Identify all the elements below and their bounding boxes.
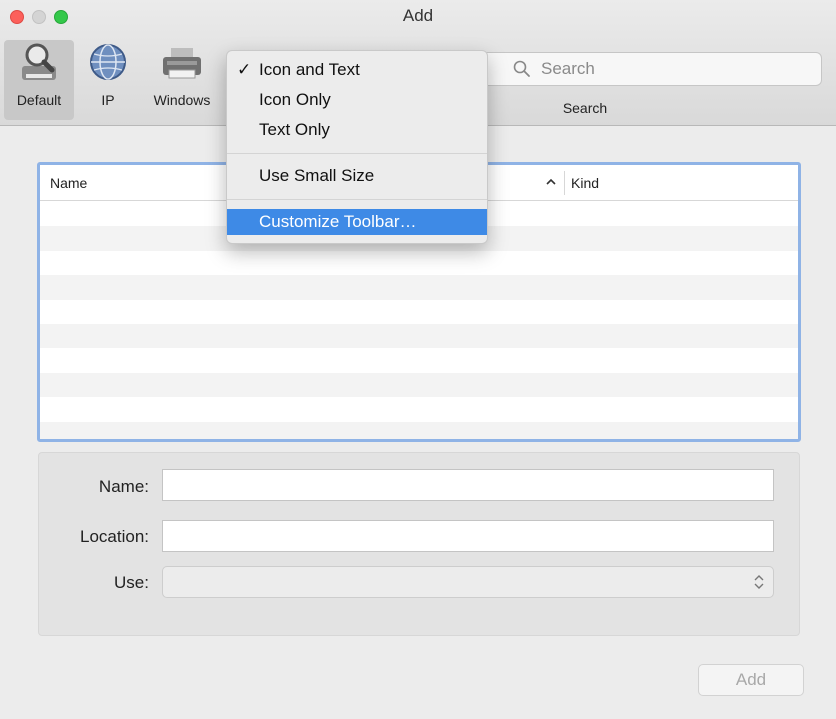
search-field[interactable] xyxy=(468,52,822,86)
menu-item-customize-toolbar[interactable]: Customize Toolbar… xyxy=(227,209,487,235)
menu-item-use-small-size[interactable]: Use Small Size xyxy=(227,163,487,189)
location-label: Location: xyxy=(80,527,149,546)
window-title: Add xyxy=(402,6,434,25)
toolbar-context-menu: ✓ Icon and Text Icon Only Text Only Use … xyxy=(226,50,488,244)
menu-item-label: Customize Toolbar… xyxy=(259,212,417,231)
search-toolbar-label: Search xyxy=(562,100,608,116)
menu-item-label: Text Only xyxy=(259,120,330,139)
column-header-kind[interactable]: Kind xyxy=(571,175,599,191)
use-label: Use: xyxy=(114,573,149,592)
menu-item-icon-and-text[interactable]: ✓ Icon and Text xyxy=(227,57,487,83)
add-printer-window: Add Default IP Windows Search Search Nam… xyxy=(0,0,836,719)
toolbar-windows-label: Windows xyxy=(153,92,211,108)
toolbar-default-label: Default xyxy=(16,92,62,108)
use-driver-select[interactable] xyxy=(162,566,774,598)
magnifier-printer-icon xyxy=(22,43,56,80)
column-divider xyxy=(564,171,565,195)
table-row[interactable] xyxy=(40,251,798,275)
toolbar-default-button[interactable]: Default xyxy=(4,40,74,120)
column-header-name[interactable]: Name xyxy=(50,175,87,191)
printer-icon xyxy=(163,48,201,79)
menu-separator xyxy=(227,199,487,200)
menu-separator xyxy=(227,153,487,154)
table-row[interactable] xyxy=(40,421,798,439)
printer-details-panel: Name: Location: Use: xyxy=(38,452,800,636)
add-button[interactable]: Add xyxy=(698,664,804,696)
name-field[interactable] xyxy=(162,469,774,501)
table-row[interactable] xyxy=(40,323,798,349)
table-row[interactable] xyxy=(40,348,798,372)
menu-item-icon-only[interactable]: Icon Only xyxy=(227,87,487,113)
toolbar-ip-button[interactable]: IP xyxy=(80,40,136,108)
search-icon xyxy=(513,60,530,77)
checkmark-icon: ✓ xyxy=(237,60,252,79)
table-row[interactable] xyxy=(40,300,798,324)
menu-item-label: Icon and Text xyxy=(259,60,360,79)
globe-icon xyxy=(90,44,126,80)
name-label: Name: xyxy=(98,477,149,496)
table-row[interactable] xyxy=(40,275,798,300)
table-row[interactable] xyxy=(40,372,798,398)
search-input[interactable] xyxy=(541,57,811,81)
menu-item-text-only[interactable]: Text Only xyxy=(227,117,487,143)
toolbar-windows-button[interactable]: Windows xyxy=(140,40,224,108)
chevron-up-down-icon xyxy=(754,575,764,589)
toolbar-ip-label: IP xyxy=(101,92,115,108)
table-row[interactable] xyxy=(40,397,798,421)
sort-ascending-icon xyxy=(546,178,556,185)
menu-item-label: Icon Only xyxy=(259,90,331,109)
location-field[interactable] xyxy=(162,520,774,552)
menu-item-label: Use Small Size xyxy=(259,166,375,185)
